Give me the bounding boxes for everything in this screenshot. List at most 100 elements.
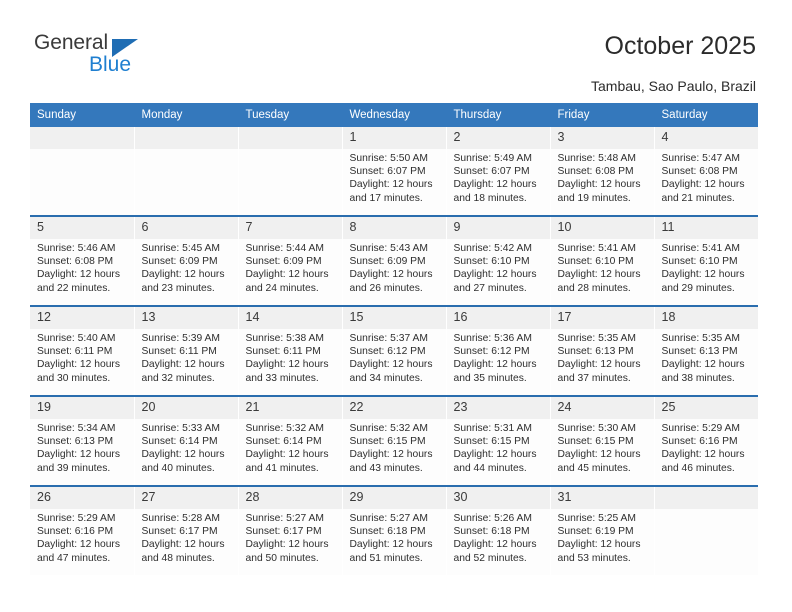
calendar-day-cell[interactable]: 7 Sunrise: 5:44 AM Sunset: 6:09 PM Daylight…	[238, 215, 343, 306]
sunset-text: Sunset: 6:16 PM	[661, 436, 738, 448]
day-sun-info: Sunrise: 5:29 AM Sunset: 6:16 PM Daylight:…	[30, 509, 134, 565]
calendar-day-cell[interactable]: 19 Sunrise: 5:34 AM Sunset: 6:13 PM Dayligh…	[30, 395, 135, 486]
calendar-day-cell[interactable]: 14 Sunrise: 5:38 AM Sunset: 6:11 PM Dayligh…	[238, 305, 343, 396]
calendar-day-cell[interactable]: 28 Sunrise: 5:27 AM Sunset: 6:17 PM Dayligh…	[238, 485, 343, 575]
calendar-week-row: 12 Sunrise: 5:40 AM Sunset: 6:11 PM Dayligh…	[30, 305, 759, 396]
daylight-text: Daylight: 12 hours and 46 minutes.	[661, 449, 745, 474]
calendar-day-cell[interactable]: 26 Sunrise: 5:29 AM Sunset: 6:16 PM Dayligh…	[30, 485, 135, 575]
daylight-text: Daylight: 12 hours and 37 minutes.	[557, 359, 641, 384]
sunset-text: Sunset: 6:08 PM	[557, 166, 634, 178]
calendar-day-cell[interactable]: 9 Sunrise: 5:42 AM Sunset: 6:10 PM Daylight…	[446, 215, 551, 306]
sunrise-text: Sunrise: 5:34 AM	[37, 423, 116, 434]
day-sun-info: Sunrise: 5:49 AM Sunset: 6:07 PM Daylight:…	[447, 149, 550, 205]
calendar-day-cell-empty	[238, 127, 343, 216]
sunset-text: Sunset: 6:09 PM	[245, 256, 322, 268]
calendar-week-row: 5 Sunrise: 5:46 AM Sunset: 6:08 PM Daylight…	[30, 215, 759, 306]
daylight-text: Daylight: 12 hours and 18 minutes.	[453, 179, 537, 204]
calendar-day-cell[interactable]: 1 Sunrise: 5:50 AM Sunset: 6:07 PM Daylight…	[342, 127, 447, 216]
sunrise-text: Sunrise: 5:38 AM	[245, 333, 324, 344]
calendar-day-cell[interactable]: 24 Sunrise: 5:30 AM Sunset: 6:15 PM Dayligh…	[550, 395, 655, 486]
sunset-text: Sunset: 6:09 PM	[349, 256, 426, 268]
calendar-day-cell[interactable]: 17 Sunrise: 5:35 AM Sunset: 6:13 PM Dayligh…	[550, 305, 655, 396]
calendar-day-cell[interactable]: 10 Sunrise: 5:41 AM Sunset: 6:10 PM Dayligh…	[550, 215, 655, 306]
weekday-header-saturday: Saturday	[654, 103, 758, 127]
sunset-text: Sunset: 6:14 PM	[141, 436, 218, 448]
sunrise-text: Sunrise: 5:49 AM	[453, 153, 532, 164]
sunrise-text: Sunrise: 5:31 AM	[453, 423, 532, 434]
brand-logo[interactable]: General Blue	[34, 32, 214, 84]
day-sun-info: Sunrise: 5:32 AM Sunset: 6:15 PM Daylight:…	[343, 419, 446, 475]
day-sun-info: Sunrise: 5:41 AM Sunset: 6:10 PM Daylight:…	[655, 239, 759, 295]
sunset-text: Sunset: 6:16 PM	[37, 526, 114, 538]
daylight-text: Daylight: 12 hours and 33 minutes.	[245, 359, 329, 384]
weekday-header-tuesday: Tuesday	[238, 103, 343, 127]
daylight-text: Daylight: 12 hours and 52 minutes.	[453, 539, 537, 564]
calendar-day-cell[interactable]: 5 Sunrise: 5:46 AM Sunset: 6:08 PM Daylight…	[30, 215, 135, 306]
sunrise-text: Sunrise: 5:25 AM	[557, 513, 636, 524]
sunset-text: Sunset: 6:14 PM	[245, 436, 322, 448]
weekday-header-wednesday: Wednesday	[342, 103, 447, 127]
sunrise-text: Sunrise: 5:41 AM	[661, 243, 740, 254]
sunrise-text: Sunrise: 5:45 AM	[141, 243, 220, 254]
calendar-day-cell[interactable]: 29 Sunrise: 5:27 AM Sunset: 6:18 PM Dayligh…	[342, 485, 447, 575]
day-sun-info: Sunrise: 5:35 AM Sunset: 6:13 PM Daylight:…	[655, 329, 759, 385]
sunrise-text: Sunrise: 5:50 AM	[349, 153, 428, 164]
calendar-day-cell[interactable]: 15 Sunrise: 5:37 AM Sunset: 6:12 PM Dayligh…	[342, 305, 447, 396]
day-number: 8	[342, 217, 446, 239]
day-number: 3	[550, 127, 654, 149]
weekday-header-sunday: Sunday	[30, 103, 135, 127]
sunset-text: Sunset: 6:18 PM	[453, 526, 530, 538]
day-sun-info: Sunrise: 5:35 AM Sunset: 6:13 PM Daylight:…	[551, 329, 654, 385]
calendar-day-cell[interactable]: 20 Sunrise: 5:33 AM Sunset: 6:14 PM Dayligh…	[134, 395, 239, 486]
calendar-day-cell[interactable]: 18 Sunrise: 5:35 AM Sunset: 6:13 PM Dayligh…	[654, 305, 759, 396]
daylight-text: Daylight: 12 hours and 44 minutes.	[453, 449, 537, 474]
calendar-body: 1 Sunrise: 5:50 AM Sunset: 6:07 PM Daylight…	[30, 127, 758, 575]
calendar-day-cell[interactable]: 22 Sunrise: 5:32 AM Sunset: 6:15 PM Dayligh…	[342, 395, 447, 486]
daylight-text: Daylight: 12 hours and 51 minutes.	[349, 539, 433, 564]
calendar-day-cell[interactable]: 2 Sunrise: 5:49 AM Sunset: 6:07 PM Daylight…	[446, 127, 551, 216]
day-sun-info: Sunrise: 5:43 AM Sunset: 6:09 PM Daylight:…	[343, 239, 446, 295]
daylight-text: Daylight: 12 hours and 48 minutes.	[141, 539, 225, 564]
calendar-day-cell[interactable]: 11 Sunrise: 5:41 AM Sunset: 6:10 PM Dayligh…	[654, 215, 759, 306]
day-number: 2	[446, 127, 550, 149]
calendar-day-cell[interactable]: 21 Sunrise: 5:32 AM Sunset: 6:14 PM Dayligh…	[238, 395, 343, 486]
page-title: October 2025	[604, 32, 757, 60]
calendar-day-cell[interactable]: 31 Sunrise: 5:25 AM Sunset: 6:19 PM Dayligh…	[550, 485, 655, 575]
calendar-day-cell[interactable]: 23 Sunrise: 5:31 AM Sunset: 6:15 PM Dayligh…	[446, 395, 551, 486]
page-subtitle: Tambau, Sao Paulo, Brazil	[591, 78, 756, 94]
day-sun-info: Sunrise: 5:30 AM Sunset: 6:15 PM Daylight:…	[551, 419, 654, 475]
sunrise-text: Sunrise: 5:26 AM	[453, 513, 532, 524]
sunrise-text: Sunrise: 5:36 AM	[453, 333, 532, 344]
sunset-text: Sunset: 6:09 PM	[141, 256, 218, 268]
day-number: 30	[446, 487, 550, 509]
daylight-text: Daylight: 12 hours and 22 minutes.	[37, 269, 120, 294]
day-sun-info: Sunrise: 5:38 AM Sunset: 6:11 PM Daylight:…	[239, 329, 342, 385]
calendar-day-cell[interactable]: 27 Sunrise: 5:28 AM Sunset: 6:17 PM Dayligh…	[134, 485, 239, 575]
calendar-day-cell[interactable]: 4 Sunrise: 5:47 AM Sunset: 6:08 PM Daylight…	[654, 127, 758, 216]
daylight-text: Daylight: 12 hours and 38 minutes.	[661, 359, 745, 384]
sunrise-text: Sunrise: 5:28 AM	[141, 513, 220, 524]
calendar-day-cell[interactable]: 8 Sunrise: 5:43 AM Sunset: 6:09 PM Daylight…	[342, 215, 447, 306]
day-sun-info: Sunrise: 5:41 AM Sunset: 6:10 PM Daylight:…	[551, 239, 654, 295]
sunset-text: Sunset: 6:12 PM	[349, 346, 426, 358]
sunset-text: Sunset: 6:10 PM	[661, 256, 738, 268]
daylight-text: Daylight: 12 hours and 39 minutes.	[37, 449, 120, 474]
calendar-day-cell[interactable]: 13 Sunrise: 5:39 AM Sunset: 6:11 PM Dayligh…	[134, 305, 239, 396]
sunrise-text: Sunrise: 5:27 AM	[349, 513, 428, 524]
calendar-day-cell[interactable]: 12 Sunrise: 5:40 AM Sunset: 6:11 PM Dayligh…	[30, 305, 135, 396]
daylight-text: Daylight: 12 hours and 26 minutes.	[349, 269, 433, 294]
calendar-day-cell[interactable]: 30 Sunrise: 5:26 AM Sunset: 6:18 PM Dayligh…	[446, 485, 551, 575]
day-number: 26	[30, 487, 134, 509]
calendar-day-cell[interactable]: 16 Sunrise: 5:36 AM Sunset: 6:12 PM Dayligh…	[446, 305, 551, 396]
daylight-text: Daylight: 12 hours and 23 minutes.	[141, 269, 225, 294]
day-sun-info: Sunrise: 5:36 AM Sunset: 6:12 PM Daylight:…	[447, 329, 550, 385]
calendar-week-row: 19 Sunrise: 5:34 AM Sunset: 6:13 PM Dayligh…	[30, 395, 758, 486]
calendar-day-cell[interactable]: 3 Sunrise: 5:48 AM Sunset: 6:08 PM Daylight…	[550, 127, 655, 216]
day-number: 31	[550, 487, 654, 509]
sunrise-text: Sunrise: 5:41 AM	[557, 243, 636, 254]
daylight-text: Daylight: 12 hours and 40 minutes.	[141, 449, 225, 474]
sunset-text: Sunset: 6:19 PM	[557, 526, 634, 538]
calendar-day-cell[interactable]: 25 Sunrise: 5:29 AM Sunset: 6:16 PM Dayligh…	[654, 395, 758, 486]
calendar-day-cell[interactable]: 6 Sunrise: 5:45 AM Sunset: 6:09 PM Daylight…	[134, 215, 239, 306]
day-sun-info: Sunrise: 5:27 AM Sunset: 6:17 PM Daylight:…	[239, 509, 342, 565]
